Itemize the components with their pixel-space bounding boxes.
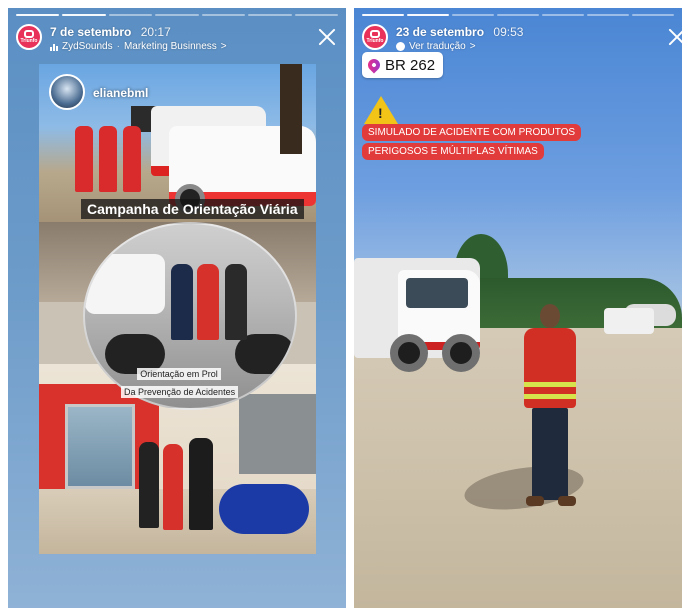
account-avatar[interactable]: Triunfo: [362, 24, 388, 50]
story-progress-bar: [362, 14, 674, 16]
person-red-uniform: [163, 444, 183, 530]
person: [225, 264, 247, 340]
progress-segment: [155, 14, 199, 16]
avatar-logo-text: Triunfo: [366, 38, 384, 44]
username-label: elianebml: [93, 86, 149, 100]
progress-segment: [62, 14, 106, 16]
close-icon[interactable]: [316, 26, 338, 48]
head: [540, 304, 560, 328]
alert-caption-line1: SIMULADO DE ACIDENTE COM PRODUTOS: [362, 124, 582, 141]
person-black-suit: [189, 438, 213, 530]
location-text: BR 262: [385, 56, 436, 74]
pillar: [239, 394, 316, 474]
shoe: [558, 496, 576, 506]
music-bars-icon: [50, 43, 58, 51]
progress-segment: [587, 14, 629, 16]
tree: [280, 64, 302, 154]
music-subtitle: Marketing Businness: [123, 41, 217, 52]
separator-dot: ·: [116, 41, 120, 52]
legs: [532, 408, 568, 500]
reflective-stripe: [524, 382, 576, 387]
progress-segment: [497, 14, 539, 16]
see-translation-link[interactable]: Ver tradução >: [396, 41, 476, 52]
story-date: 7 de setembro: [50, 25, 132, 39]
progress-segment: [632, 14, 674, 16]
music-attribution[interactable]: ZydSounds · Marketing Businness >: [50, 41, 227, 52]
van: [604, 308, 654, 334]
progress-segment: [542, 14, 584, 16]
progress-segment: [452, 14, 494, 16]
story-time: 20:17: [140, 25, 171, 39]
man-in-safety-vest: [514, 304, 584, 514]
progress-segment: [407, 14, 449, 16]
prevention-caption-line1: Orientação em Prol: [137, 368, 221, 380]
prevention-caption: Orientação em Prol Da Prevenção de Acide…: [121, 364, 239, 400]
motorcycle: [219, 484, 309, 534]
story-time: 09:53: [493, 25, 524, 39]
see-translation-label: Ver tradução: [409, 41, 466, 52]
person-red-uniform: [75, 126, 93, 192]
story-panel-2[interactable]: Triunfo 23 de setembro 09:53 Ver traduçã…: [354, 8, 682, 608]
progress-segment: [108, 14, 153, 16]
music-account: ZydSounds: [62, 41, 113, 52]
progress-segment: [16, 14, 60, 16]
alert-caption-line2: PERIGOSOS E MÚLTIPLAS VÍTIMAS: [362, 143, 544, 160]
person-black-suit: [139, 442, 159, 528]
progress-segment: [294, 14, 338, 16]
brand-logo-icon: [370, 30, 380, 38]
car: [85, 254, 165, 314]
location-pin-icon: [365, 56, 383, 74]
alert-caption: SIMULADO DE ACIDENTE COM PRODUTOS PERIGO…: [362, 122, 582, 160]
campaign-caption: Campanha de Orientação Viária: [81, 199, 304, 219]
warning-mark: !: [378, 105, 383, 121]
truck-window: [406, 278, 468, 308]
location-sticker[interactable]: BR 262: [362, 52, 444, 78]
person-red-uniform: [197, 264, 219, 340]
chevron-right-icon: >: [220, 41, 227, 52]
story-media-collage: elianebml Campanha de Orientação Viária …: [39, 64, 316, 554]
motorcycle: [235, 334, 295, 374]
person-red-uniform: [123, 126, 141, 192]
progress-segment: [201, 14, 246, 16]
progress-segment: [248, 14, 292, 16]
story-panel-1[interactable]: Triunfo 7 de setembro 20:17 ZydSounds · …: [8, 8, 346, 608]
wheel: [442, 334, 480, 372]
shoe: [526, 496, 544, 506]
person: [171, 264, 193, 340]
chevron-right-icon: >: [469, 41, 476, 52]
glass-door: [65, 404, 135, 489]
brand-logo-icon: [24, 30, 34, 38]
globe-icon: [396, 42, 405, 51]
wheel: [390, 334, 428, 372]
reflective-stripe: [524, 394, 576, 399]
close-icon[interactable]: [666, 26, 682, 48]
story-date: 23 de setembro: [396, 25, 485, 39]
prevention-caption-line2: Da Prevenção de Acidentes: [121, 386, 239, 398]
progress-segment: [362, 14, 404, 16]
story-progress-bar: [16, 14, 338, 16]
account-avatar[interactable]: Triunfo: [16, 24, 42, 50]
story-header: 7 de setembro 20:17: [50, 25, 171, 39]
person-red-uniform: [99, 126, 117, 192]
avatar-logo-text: Triunfo: [20, 38, 38, 44]
story-header: 23 de setembro 09:53: [396, 25, 523, 39]
user-avatar: [49, 74, 85, 110]
